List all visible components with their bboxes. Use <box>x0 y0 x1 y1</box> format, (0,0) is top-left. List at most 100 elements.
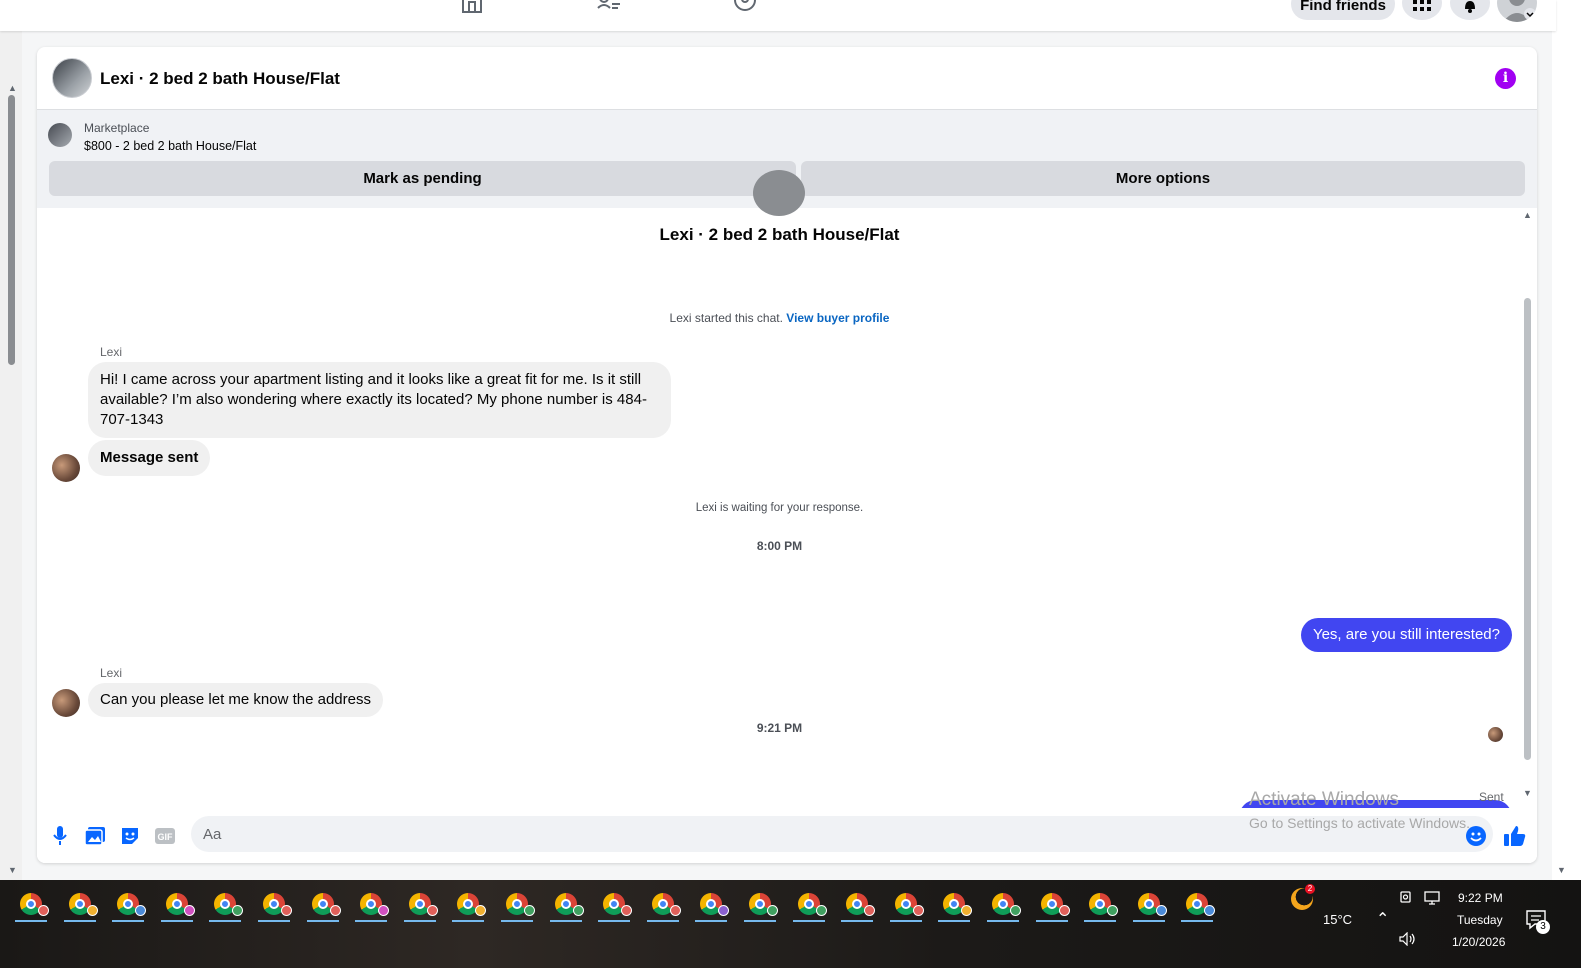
like-thumbs-up-icon[interactable] <box>1504 825 1526 847</box>
running-indicator <box>258 920 290 922</box>
outgoing-message[interactable]: Yes, are you still interested? <box>1300 618 1512 652</box>
chrome-profile-badge-icon <box>572 905 584 916</box>
listing-avatar[interactable] <box>52 58 92 98</box>
chrome-profile-badge-icon <box>426 905 438 916</box>
listing-price-title[interactable]: $800 - 2 bed 2 bath House/Flat <box>84 139 256 153</box>
sticker-icon[interactable] <box>119 825 141 847</box>
taskbar-chrome-app[interactable] <box>983 888 1023 922</box>
page-scrollbar-thumb[interactable] <box>8 95 15 365</box>
volume-icon[interactable] <box>1399 931 1417 949</box>
taskbar-chrome-app[interactable] <box>11 888 51 922</box>
running-indicator <box>306 920 339 922</box>
listing-thumbnail[interactable] <box>48 123 72 147</box>
account-avatar[interactable] <box>1497 0 1537 22</box>
chrome-profile-badge-icon <box>621 905 633 916</box>
gif-icon[interactable]: GIF <box>154 825 176 847</box>
friends-icon[interactable] <box>596 0 622 14</box>
clock-time[interactable]: 9:22 PM <box>1458 891 1503 905</box>
taskbar-chrome-app[interactable] <box>594 888 634 922</box>
network-icon[interactable] <box>1424 891 1440 908</box>
chrome-profile-badge-icon <box>1107 905 1119 916</box>
messages-scroll-up-icon[interactable]: ▲ <box>1523 210 1532 220</box>
scroll-up-arrow-icon[interactable]: ▲ <box>8 83 17 93</box>
sender-avatar[interactable] <box>52 689 80 717</box>
taskbar-chrome-app[interactable] <box>497 888 537 922</box>
chrome-profile-badge-icon <box>912 905 924 916</box>
chat-window: Lexi · 2 bed 2 bath House/Flat i Marketp… <box>37 47 1537 863</box>
notification-count-badge: 3 <box>1536 920 1550 934</box>
groups-icon[interactable] <box>732 0 758 14</box>
taskbar-chrome-app[interactable] <box>643 888 683 922</box>
temperature[interactable]: 15°C <box>1323 912 1352 927</box>
messages-scrollbar-thumb[interactable] <box>1524 298 1531 760</box>
notifications-bell-icon[interactable] <box>1450 0 1490 20</box>
scroll-down-arrow-icon[interactable]: ▼ <box>8 865 17 875</box>
microphone-icon[interactable] <box>49 825 71 847</box>
taskbar-chrome-app[interactable] <box>837 888 877 922</box>
taskbar-chrome-app[interactable] <box>205 888 245 922</box>
show-hidden-icons-chevron-icon[interactable]: ⌃ <box>1376 909 1389 929</box>
taskbar-chrome-app[interactable] <box>691 888 731 922</box>
taskbar-chrome-app[interactable] <box>1032 888 1072 922</box>
taskbar-chrome-app[interactable] <box>1080 888 1120 922</box>
taskbar-chrome-app[interactable] <box>886 888 926 922</box>
clock-date[interactable]: 1/20/2026 <box>1452 935 1505 949</box>
incoming-message[interactable]: Can you please let me know the address <box>88 683 383 717</box>
chrome-profile-badge-icon <box>864 905 876 916</box>
menu-grid-icon[interactable] <box>1402 0 1442 20</box>
marketplace-icon[interactable] <box>460 0 486 14</box>
sender-avatar[interactable] <box>52 454 80 482</box>
taskbar-chrome-app[interactable] <box>108 888 148 922</box>
taskbar-chrome-app[interactable] <box>1177 888 1217 922</box>
chrome-profile-badge-icon <box>1010 905 1021 916</box>
page-scrollbar[interactable]: ▲ ▼ <box>0 31 22 880</box>
taskbar-chrome-app[interactable] <box>157 888 197 922</box>
right-gutter: ▼ <box>1552 31 1581 880</box>
taskbar-chrome-app[interactable] <box>546 888 586 922</box>
taskbar-chrome-app[interactable] <box>60 888 100 922</box>
taskbar-chrome-app[interactable] <box>351 888 391 922</box>
find-friends-button[interactable]: Find friends <box>1291 0 1395 20</box>
running-indicator <box>549 920 582 922</box>
meet-now-icon[interactable] <box>1400 890 1414 907</box>
incoming-message[interactable]: Hi! I came across your apartment listing… <box>88 362 671 438</box>
running-indicator <box>160 920 193 922</box>
taskbar-chrome-app[interactable] <box>448 888 488 922</box>
view-buyer-profile-link[interactable]: View buyer profile <box>786 311 889 325</box>
timestamp: 9:21 PM <box>756 721 803 735</box>
chrome-profile-badge-icon <box>232 905 244 916</box>
chrome-profile-badge-icon <box>183 905 195 916</box>
taskbar-chrome-app[interactable] <box>254 888 294 922</box>
svg-text:GIF: GIF <box>158 832 174 842</box>
info-icon[interactable]: i <box>1495 68 1516 89</box>
running-indicator <box>987 920 1019 922</box>
more-options-button[interactable]: More options <box>801 161 1525 196</box>
clock-day[interactable]: Tuesday <box>1457 913 1503 927</box>
photo-icon[interactable] <box>84 825 106 847</box>
chat-title[interactable]: Lexi · 2 bed 2 bath House/Flat <box>100 69 340 89</box>
taskbar-chrome-app[interactable] <box>1129 888 1169 922</box>
taskbar-chrome-app[interactable] <box>740 888 780 922</box>
buyer-profile-photo <box>753 170 805 216</box>
message-input[interactable] <box>191 816 1431 852</box>
messages-scrollbar[interactable]: ▲ ▼ <box>1522 208 1536 808</box>
taskbar-chrome-app[interactable] <box>303 888 343 922</box>
message-sent-bubble[interactable]: Message sent <box>88 440 211 476</box>
taskbar-chrome-app[interactable] <box>934 888 974 922</box>
running-indicator <box>63 920 96 922</box>
chrome-profile-badge-icon <box>961 905 973 916</box>
taskbar-chrome-app[interactable] <box>400 888 440 922</box>
mark-as-pending-button[interactable]: Mark as pending <box>49 161 796 196</box>
chrome-profile-badge-icon <box>767 905 778 916</box>
activate-windows-subtitle: Go to Settings to activate Windows. <box>1249 815 1470 831</box>
chrome-profile-badge-icon <box>86 905 98 916</box>
running-indicator <box>792 920 825 922</box>
right-scroll-down-arrow-icon[interactable]: ▼ <box>1557 865 1566 875</box>
activate-windows-title: Activate Windows <box>1249 789 1399 810</box>
sent-status: Sent <box>1479 790 1504 804</box>
chrome-profile-badge-icon <box>815 905 827 916</box>
running-indicator <box>112 920 145 922</box>
sender-name: Lexi <box>100 666 123 680</box>
taskbar-chrome-app[interactable] <box>789 888 829 922</box>
messages-scroll-down-icon[interactable]: ▼ <box>1523 788 1532 798</box>
